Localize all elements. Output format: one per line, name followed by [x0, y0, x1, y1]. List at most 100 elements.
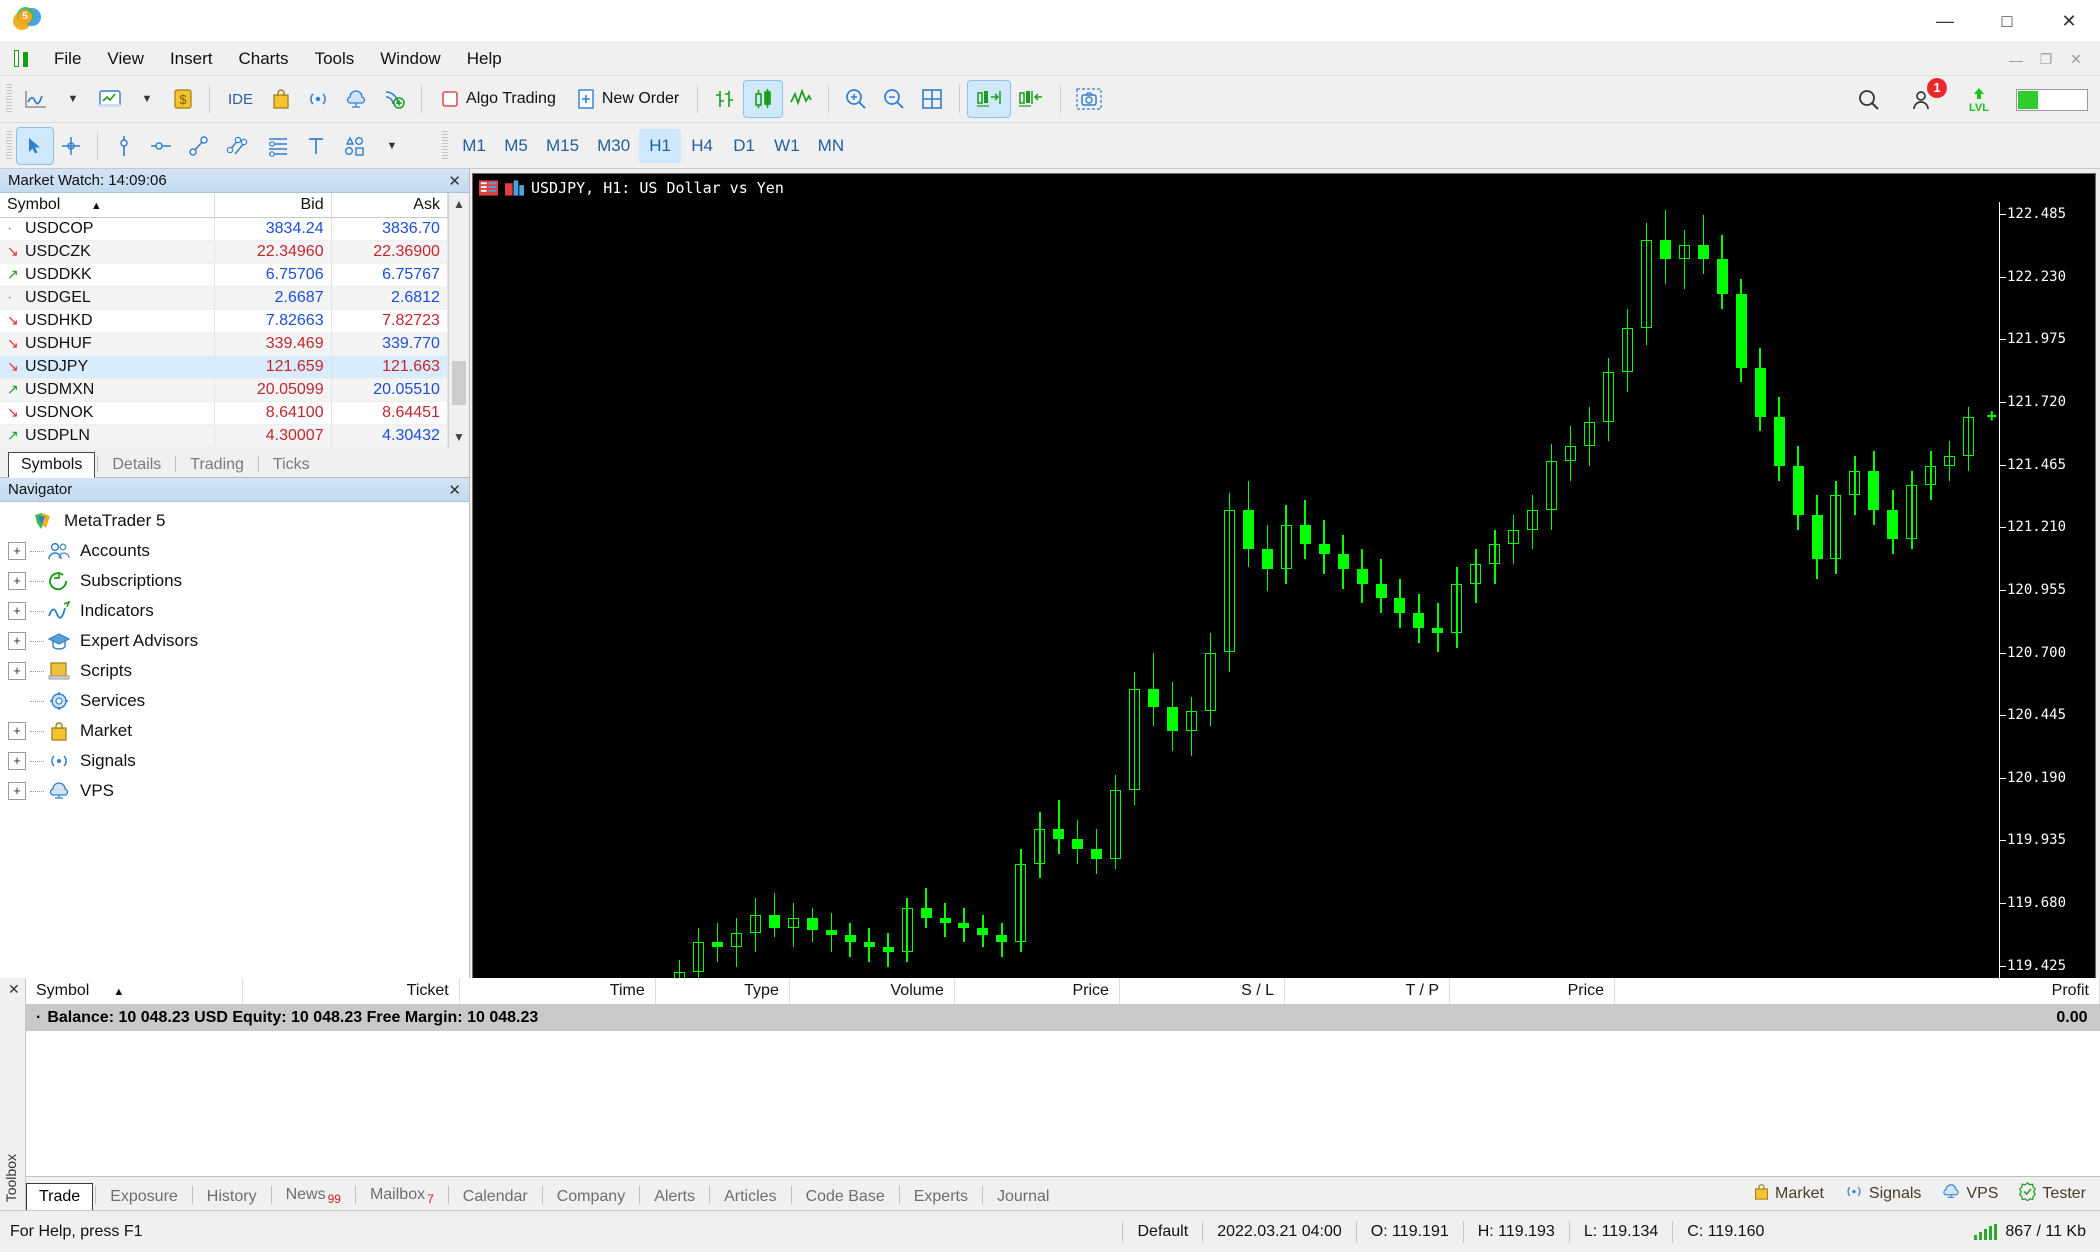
- trade-column-symbol[interactable]: Symbol ▲: [26, 978, 244, 1005]
- navigator-item-expert-advisors[interactable]: + Expert Advisors: [0, 626, 469, 656]
- tab-mw-trading[interactable]: Trading: [178, 453, 256, 477]
- candlestick-chart-button[interactable]: [743, 80, 784, 118]
- market-watch-close-icon[interactable]: ✕: [448, 172, 461, 190]
- chart-shift-button[interactable]: [1010, 81, 1052, 117]
- scrollbar-thumb[interactable]: [451, 361, 466, 405]
- ask-cell[interactable]: 7.82723: [331, 309, 448, 333]
- bid-cell[interactable]: 22.34960: [214, 240, 332, 264]
- market-watch-row[interactable]: ↘ USDCZK 22.34960 22.36900: [0, 240, 448, 264]
- scroll-up-icon[interactable]: ▲: [449, 193, 469, 215]
- auto-scroll-button[interactable]: [967, 80, 1012, 118]
- toolbox-tab-news[interactable]: News 99: [274, 1182, 353, 1210]
- bid-cell[interactable]: 8.64100: [214, 401, 332, 425]
- trade-column-s-l[interactable]: S / L: [1119, 978, 1285, 1005]
- menu-item-file[interactable]: File: [41, 45, 94, 73]
- expand-icon[interactable]: +: [8, 572, 26, 590]
- symbol-cell[interactable]: ↘ USDHKD: [0, 309, 216, 333]
- trade-column-price[interactable]: Price: [954, 978, 1120, 1005]
- timeframe-m30[interactable]: M30: [588, 129, 639, 163]
- expand-icon[interactable]: +: [8, 752, 26, 770]
- symbol-cell[interactable]: ↘ USDJPY: [0, 355, 216, 379]
- symbol-cell[interactable]: ↘ USDHUF: [0, 332, 216, 356]
- menu-item-tools[interactable]: Tools: [302, 45, 368, 73]
- menu-item-charts[interactable]: Charts: [225, 45, 301, 73]
- tab-mw-details[interactable]: Details: [100, 453, 173, 477]
- balance-row[interactable]: · Balance: 10 048.23 USD Equity: 10 048.2…: [26, 1004, 2100, 1031]
- toolbox-tab-calendar[interactable]: Calendar: [451, 1184, 540, 1210]
- expand-icon[interactable]: +: [8, 782, 26, 800]
- toolbox-tab-exposure[interactable]: Exposure: [98, 1184, 190, 1210]
- timeframe-grip[interactable]: [442, 130, 448, 161]
- toolbox-tab-company[interactable]: Company: [545, 1184, 637, 1210]
- search-icon[interactable]: [1850, 82, 1888, 118]
- symbol-cell[interactable]: ↗ USDMXN: [0, 378, 216, 402]
- menu-item-help[interactable]: Help: [454, 45, 515, 73]
- ask-cell[interactable]: 3836.70: [331, 217, 448, 241]
- channel-tool-button[interactable]: [218, 128, 258, 164]
- shapes-dropdown[interactable]: ▼: [374, 128, 410, 164]
- trade-column-time[interactable]: Time: [459, 978, 656, 1005]
- horizontal-line-tool-button[interactable]: [142, 128, 180, 164]
- scroll-down-icon[interactable]: ▼: [449, 426, 469, 448]
- symbol-cell[interactable]: · USDCOP: [0, 217, 216, 241]
- connection-level-icon[interactable]: LVL: [1958, 82, 2000, 118]
- toolbox-tab-articles[interactable]: Articles: [712, 1184, 788, 1210]
- cursor-tool-button[interactable]: [16, 126, 54, 165]
- toolbox-tab-mailbox[interactable]: Mailbox 7: [358, 1182, 446, 1210]
- navigator-item-metatrader-5[interactable]: MetaTrader 5: [0, 506, 469, 536]
- trendline-tool-button[interactable]: [180, 128, 218, 164]
- ask-cell[interactable]: 339.770: [331, 332, 448, 356]
- text-tool-button[interactable]: [298, 128, 334, 164]
- symbol-cell[interactable]: ↗ USDPLN: [0, 424, 216, 448]
- bid-cell[interactable]: 20.05099: [214, 378, 332, 402]
- bid-cell[interactable]: 6.75706: [214, 263, 332, 287]
- copy-signals-button[interactable]: [375, 81, 413, 117]
- profiles-button[interactable]: [91, 81, 129, 117]
- bid-cell[interactable]: 4.30007: [214, 424, 332, 448]
- vps-button[interactable]: [337, 81, 375, 117]
- new-order-button[interactable]: New Order: [566, 81, 689, 117]
- menu-item-view[interactable]: View: [94, 45, 157, 73]
- navigator-item-vps[interactable]: + VPS: [0, 776, 469, 806]
- shapes-tool-button[interactable]: [334, 128, 374, 164]
- mdi-minimize-button[interactable]: —: [2008, 52, 2024, 68]
- toolbox-link-market[interactable]: Market: [1753, 1183, 1824, 1205]
- ask-cell[interactable]: 8.64451: [331, 401, 448, 425]
- tab-mw-symbols[interactable]: Symbols: [8, 452, 96, 478]
- column-header-symbol[interactable]: Symbol ▲: [0, 193, 216, 218]
- toolbox-link-tester[interactable]: Tester: [2018, 1182, 2086, 1206]
- navigator-item-subscriptions[interactable]: + Subscriptions: [0, 566, 469, 596]
- toolbox-close-icon[interactable]: ✕: [8, 981, 20, 998]
- market-watch-row[interactable]: ↘ USDHUF 339.469 339.770: [0, 332, 448, 356]
- toolbox-tab-code-base[interactable]: Code Base: [794, 1184, 897, 1210]
- navigator-close-icon[interactable]: ✕: [448, 481, 461, 499]
- trade-column-type[interactable]: Type: [655, 978, 790, 1005]
- toolbox-tab-journal[interactable]: Journal: [985, 1184, 1061, 1210]
- bid-cell[interactable]: 7.82663: [214, 309, 332, 333]
- menu-item-window[interactable]: Window: [367, 45, 453, 73]
- new-chart-dropdown[interactable]: ▼: [55, 81, 91, 117]
- line-chart-button[interactable]: [782, 81, 820, 117]
- expand-icon[interactable]: +: [8, 722, 26, 740]
- toolbox-tab-experts[interactable]: Experts: [902, 1184, 980, 1210]
- market-watch-row[interactable]: ↗ USDDKK 6.75706 6.75767: [0, 263, 448, 287]
- trade-column-profit[interactable]: Profit: [1614, 978, 2100, 1005]
- maximize-button[interactable]: □: [1976, 0, 2038, 43]
- timeframe-m1[interactable]: M1: [453, 129, 495, 163]
- navigator-item-indicators[interactable]: + Indicators: [0, 596, 469, 626]
- price-axis[interactable]: 122.485 122.230 121.975 121.720 121.465 121.2…: [1999, 202, 2095, 1103]
- toolbox-tab-history[interactable]: History: [195, 1184, 269, 1210]
- menu-item-insert[interactable]: Insert: [157, 45, 226, 73]
- expand-icon[interactable]: +: [8, 602, 26, 620]
- symbol-cell[interactable]: ↘ USDCZK: [0, 240, 216, 264]
- symbol-cell[interactable]: ↘ USDNOK: [0, 401, 216, 425]
- mdi-restore-button[interactable]: ❐: [2038, 51, 2054, 68]
- navigator-item-services[interactable]: Services: [0, 686, 469, 716]
- trade-column-ticket[interactable]: Ticket: [242, 978, 460, 1005]
- trade-column-volume[interactable]: Volume: [789, 978, 955, 1005]
- vertical-line-tool-button[interactable]: [106, 128, 142, 164]
- bid-cell[interactable]: 339.469: [214, 332, 332, 356]
- candlestick-plot[interactable]: +: [473, 202, 1999, 1103]
- ask-cell[interactable]: 20.05510: [331, 378, 448, 402]
- tile-windows-button[interactable]: [913, 81, 951, 117]
